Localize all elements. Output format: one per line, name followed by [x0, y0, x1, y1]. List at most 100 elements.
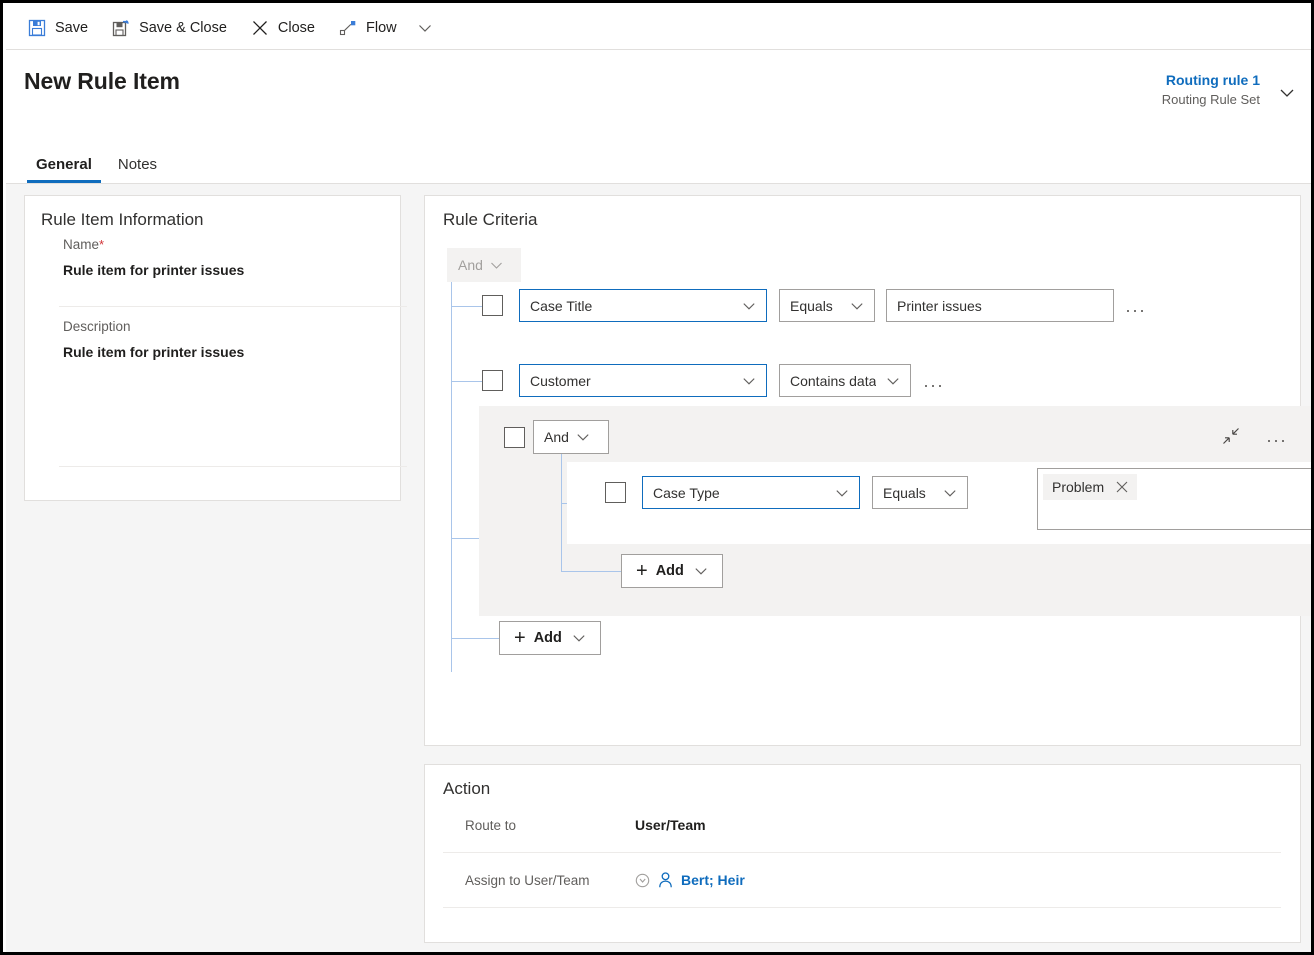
group-operator-dropdown[interactable]: And	[533, 420, 609, 454]
value-multiselect[interactable]: Problem	[1037, 468, 1311, 530]
add-button[interactable]: + Add	[499, 621, 601, 655]
header-expand-button[interactable]	[1274, 80, 1300, 106]
close-button[interactable]: Close	[239, 10, 327, 46]
criteria-row-more-button[interactable]: ...	[919, 367, 949, 395]
routing-rule-entity-label: Routing Rule Set	[1161, 92, 1260, 107]
save-and-close-button[interactable]: Save & Close	[100, 10, 239, 46]
group-add-button-label: Add	[655, 563, 684, 579]
name-label-text: Name	[63, 237, 100, 252]
plus-icon: +	[636, 560, 648, 582]
group-add-button[interactable]: + Add	[621, 554, 723, 588]
field-divider-bottom	[59, 466, 407, 467]
criteria-row-more-label: ...	[923, 370, 945, 391]
chevron-down-icon	[573, 635, 585, 642]
save-button[interactable]: Save	[16, 10, 100, 46]
collapse-icon	[1223, 428, 1239, 444]
form-header: New Rule Item Routing rule 1 Routing Rul…	[6, 50, 1311, 184]
attribute-dropdown-label: Case Type	[653, 484, 720, 501]
attribute-dropdown[interactable]: Customer	[519, 364, 767, 397]
rule-criteria-title: Rule Criteria	[443, 210, 538, 229]
chevron-down-icon[interactable]	[1310, 479, 1311, 496]
action-divider	[443, 852, 1281, 853]
criteria-row-checkbox[interactable]	[605, 482, 626, 503]
tab-notes-label: Notes	[117, 156, 158, 173]
chevron-down-icon	[577, 434, 589, 441]
value-textbox[interactable]: Printer issues	[886, 289, 1114, 322]
user-icon	[658, 872, 673, 888]
save-icon	[28, 19, 46, 37]
flow-icon	[339, 19, 357, 37]
attribute-dropdown[interactable]: Case Title	[519, 289, 767, 322]
plus-icon: +	[514, 627, 526, 649]
rule-item-information-card: Rule Item Information Name* Rule item fo…	[24, 195, 407, 501]
description-field-label: Description	[63, 318, 387, 336]
chevron-down-icon	[944, 489, 956, 497]
add-button-label: Add	[533, 630, 562, 646]
attribute-dropdown[interactable]: Case Type	[642, 476, 860, 509]
operator-dropdown-label: Equals	[790, 297, 833, 314]
criteria-group-row-container: Case Type Equals Problem	[567, 462, 1311, 544]
value-textbox-value: Printer issues	[897, 297, 982, 314]
criteria-group-more-label: ...	[1266, 426, 1288, 446]
chevron-down-icon	[418, 24, 431, 32]
form-tabs: General Notes	[26, 148, 167, 183]
operator-dropdown[interactable]: Equals	[779, 289, 875, 322]
root-operator-label: And	[458, 257, 483, 273]
tree-branch-line	[451, 306, 482, 307]
group-collapse-button[interactable]	[1218, 423, 1244, 449]
tab-notes[interactable]: Notes	[108, 148, 167, 183]
action-divider	[443, 907, 1281, 908]
route-to-row: Route to User/Team	[465, 817, 1262, 833]
description-field-value[interactable]: Rule item for printer issues	[63, 336, 387, 363]
command-bar-overflow-button[interactable]	[409, 10, 441, 46]
tab-general-label: General	[36, 156, 92, 173]
header-record-info: Routing rule 1 Routing Rule Set	[1162, 70, 1260, 109]
field-divider	[59, 306, 407, 307]
criteria-row: Case Type Equals	[605, 476, 968, 509]
rule-criteria-card: Rule Criteria And Case Title Equals Prin…	[424, 195, 1311, 746]
chevron-down-icon	[887, 377, 899, 385]
route-to-label: Route to	[465, 817, 517, 833]
criteria-group-more-button[interactable]: ...	[1262, 422, 1292, 450]
criteria-group-checkbox[interactable]	[504, 427, 525, 448]
assign-to-lookup-value: Bert; Heir	[681, 872, 745, 888]
attribute-dropdown-label: Case Title	[530, 297, 593, 314]
root-operator-dropdown[interactable]: And	[447, 248, 521, 282]
tree-branch-line	[451, 381, 482, 382]
route-to-value[interactable]: User/Team	[635, 817, 706, 833]
recent-items-icon	[635, 873, 650, 888]
flow-button[interactable]: Flow	[327, 10, 409, 46]
assign-to-row: Assign to User/Team Bert; Heir	[465, 872, 1262, 888]
criteria-row: Case Title Equals Printer issues ...	[482, 289, 1151, 322]
app-window: Save Save & Close Close Flow New Rule It…	[0, 0, 1314, 955]
tree-branch-line	[451, 538, 482, 539]
operator-dropdown[interactable]: Equals	[872, 476, 968, 509]
tree-branch-line	[451, 638, 499, 639]
criteria-row-checkbox[interactable]	[482, 370, 503, 391]
form-body: Rule Item Information Name* Rule item fo…	[6, 184, 1311, 952]
criteria-row-more-label: ...	[1125, 295, 1147, 316]
operator-dropdown[interactable]: Contains data	[779, 364, 911, 397]
chevron-down-icon	[851, 302, 863, 310]
close-x-icon[interactable]	[1116, 481, 1128, 493]
value-tag: Problem	[1043, 474, 1138, 500]
group-operator-label: And	[544, 429, 569, 445]
name-field-label: Name*	[63, 236, 387, 254]
name-field-value[interactable]: Rule item for printer issues	[63, 254, 387, 281]
chevron-down-icon	[743, 302, 755, 310]
close-x-icon	[251, 19, 269, 37]
name-field: Name* Rule item for printer issues	[63, 236, 387, 281]
save-and-close-button-label: Save & Close	[139, 19, 227, 36]
group-trunk-line	[561, 454, 562, 571]
routing-rule-link[interactable]: Routing rule 1	[1162, 70, 1260, 90]
required-asterisk: *	[99, 237, 105, 252]
criteria-row-more-button[interactable]: ...	[1121, 292, 1151, 320]
chevron-down-icon	[1280, 89, 1294, 97]
criteria-row-checkbox[interactable]	[482, 295, 503, 316]
assign-to-lookup[interactable]: Bert; Heir	[635, 872, 745, 888]
assign-to-label: Assign to User/Team	[465, 872, 590, 888]
command-bar: Save Save & Close Close Flow	[6, 6, 1311, 50]
tab-general[interactable]: General	[26, 148, 102, 183]
page-title: New Rule Item	[24, 68, 180, 94]
value-tag-label: Problem	[1052, 479, 1105, 495]
